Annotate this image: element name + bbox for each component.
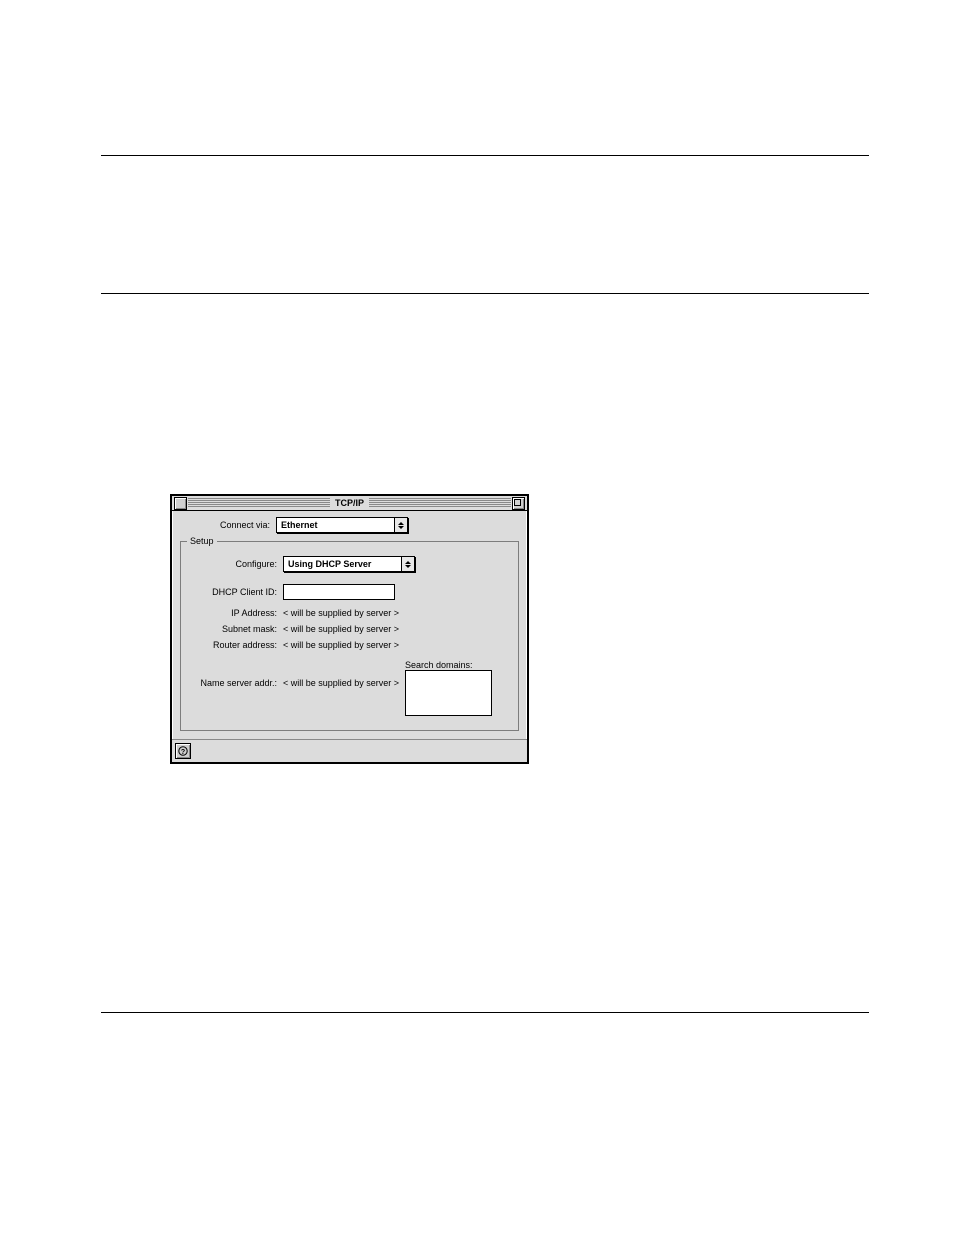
name-server-addr-label: Name server addr.: — [187, 678, 283, 688]
router-address-value: < will be supplied by server > — [283, 640, 399, 650]
setup-group: Setup Configure: Using DHCP Server DHCP … — [180, 541, 519, 731]
horizontal-rule — [101, 293, 869, 294]
svg-text:?: ? — [181, 749, 185, 756]
popup-arrow-icon — [401, 557, 414, 571]
zoom-box-icon[interactable] — [512, 497, 525, 510]
close-box-icon[interactable] — [174, 497, 187, 510]
subnet-mask-label: Subnet mask: — [187, 624, 283, 634]
search-domains-input[interactable] — [405, 670, 492, 716]
horizontal-rule — [101, 1012, 869, 1013]
horizontal-rule — [101, 155, 869, 156]
setup-legend: Setup — [187, 536, 217, 546]
connect-via-label: Connect via: — [180, 520, 276, 530]
dhcp-client-id-label: DHCP Client ID: — [187, 587, 283, 597]
name-server-addr-value: < will be supplied by server > — [283, 678, 399, 688]
configure-label: Configure: — [187, 559, 283, 569]
connect-via-value: Ethernet — [281, 520, 318, 530]
subnet-mask-value: < will be supplied by server > — [283, 624, 399, 634]
popup-arrow-icon — [394, 518, 407, 532]
help-icon: ? — [178, 746, 188, 756]
ip-address-value: < will be supplied by server > — [283, 608, 399, 618]
window-title: TCP/IP — [330, 498, 369, 508]
connect-via-popup[interactable]: Ethernet — [276, 517, 408, 533]
help-button[interactable]: ? — [175, 743, 191, 759]
window-titlebar[interactable]: TCP/IP — [172, 496, 527, 511]
configure-popup[interactable]: Using DHCP Server — [283, 556, 415, 572]
window-footer: ? — [172, 739, 527, 762]
search-domains-label: Search domains: — [405, 660, 473, 670]
tcpip-control-panel: TCP/IP Connect via: Ethernet Setup Confi… — [170, 494, 529, 764]
dhcp-client-id-input[interactable] — [283, 584, 395, 600]
ip-address-label: IP Address: — [187, 608, 283, 618]
configure-value: Using DHCP Server — [288, 559, 371, 569]
router-address-label: Router address: — [187, 640, 283, 650]
